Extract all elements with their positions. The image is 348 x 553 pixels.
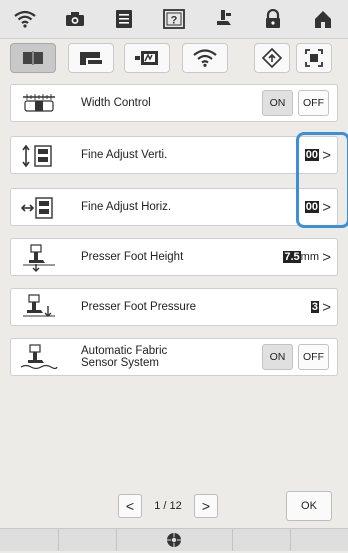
wifi-icon xyxy=(193,49,217,67)
presser-foot-pressure-row[interactable]: Presser Foot Pressure 3 > xyxy=(10,288,338,326)
pager: < 1 / 12 > xyxy=(118,493,218,519)
fine-adjust-horizontal-label: Fine Adjust Horiz. xyxy=(81,201,172,213)
presser-foot-height-label: Presser Foot Height xyxy=(81,251,184,263)
presser-foot-icon[interactable] xyxy=(209,5,239,33)
chevron-left-icon: < xyxy=(125,498,135,514)
chevron-right-icon: > xyxy=(201,498,211,514)
presser-foot-pressure-label: Presser Foot Pressure xyxy=(81,301,197,313)
page-indicator: 1 / 12 xyxy=(154,500,182,512)
presser-foot-pressure-value: 3 xyxy=(310,301,319,313)
fabric-sensor-on-button[interactable]: ON xyxy=(262,344,293,370)
help-icon[interactable]: ? xyxy=(159,5,189,33)
presser-foot-height-icon xyxy=(19,243,59,273)
svg-text:?: ? xyxy=(171,15,178,27)
divider xyxy=(58,529,59,551)
reset-diamond-icon xyxy=(262,48,282,68)
embroidery-settings-tab[interactable] xyxy=(124,43,170,73)
machine-settings-tab[interactable] xyxy=(10,43,56,73)
ok-button[interactable]: OK xyxy=(286,491,332,521)
fine-adjust-vertical-icon xyxy=(19,141,59,171)
presser-foot-height-value: 7.5 mm xyxy=(283,251,319,263)
divider xyxy=(116,529,117,551)
fabric-sensor-icon xyxy=(19,343,59,373)
wifi-icon[interactable] xyxy=(10,5,40,33)
fabric-sensor-off-button[interactable]: OFF xyxy=(298,344,329,370)
automatic-fabric-sensor-row: Automatic Fabric Sensor System ON OFF xyxy=(10,338,338,376)
screen-capture-button[interactable] xyxy=(296,43,332,73)
width-control-on-button[interactable]: ON xyxy=(262,90,293,116)
presser-foot-height-row[interactable]: Presser Foot Height 7.5 mm > xyxy=(10,238,338,276)
divider xyxy=(290,529,291,551)
fine-adjust-horizontal-icon xyxy=(19,193,59,223)
width-control-row: Width Control ON OFF xyxy=(10,84,338,122)
home-icon[interactable] xyxy=(308,5,338,33)
divider xyxy=(232,529,233,551)
next-page-button[interactable]: > xyxy=(194,494,218,518)
label-line-1: Automatic Fabric xyxy=(81,345,168,357)
sewing-settings-tab[interactable] xyxy=(68,43,114,73)
automatic-fabric-sensor-label: Automatic Fabric Sensor System xyxy=(81,339,167,375)
width-control-label: Width Control xyxy=(81,97,151,109)
label-line-2: Sensor System xyxy=(81,357,159,369)
value-highlight-frame xyxy=(296,132,348,228)
unit-label: mm xyxy=(300,251,319,263)
chevron-right-icon: > xyxy=(322,248,331,266)
top-toolbar: ? xyxy=(0,0,348,39)
machine-settings-icon xyxy=(23,51,43,65)
reset-settings-button[interactable] xyxy=(254,43,290,73)
fine-adjust-vertical-label: Fine Adjust Verti. xyxy=(81,149,168,161)
sewing-settings-icon xyxy=(80,52,102,65)
chevron-right-icon: > xyxy=(322,298,331,316)
embroidery-settings-icon xyxy=(135,51,158,65)
lock-icon[interactable] xyxy=(258,5,288,33)
document-icon[interactable] xyxy=(109,5,139,33)
camera-icon[interactable] xyxy=(60,5,90,33)
presser-foot-pressure-icon xyxy=(19,293,59,323)
fine-adjust-vertical-row[interactable]: Fine Adjust Verti. 00 > xyxy=(10,136,338,174)
capture-frame-icon xyxy=(305,49,323,67)
fine-adjust-horizontal-row[interactable]: Fine Adjust Horiz. 00 > xyxy=(10,188,338,226)
previous-page-button[interactable]: < xyxy=(118,494,142,518)
bottom-status-bar xyxy=(0,528,348,551)
width-control-off-button[interactable]: OFF xyxy=(298,90,329,116)
width-control-icon xyxy=(19,89,59,119)
wireless-settings-tab[interactable] xyxy=(182,43,228,73)
